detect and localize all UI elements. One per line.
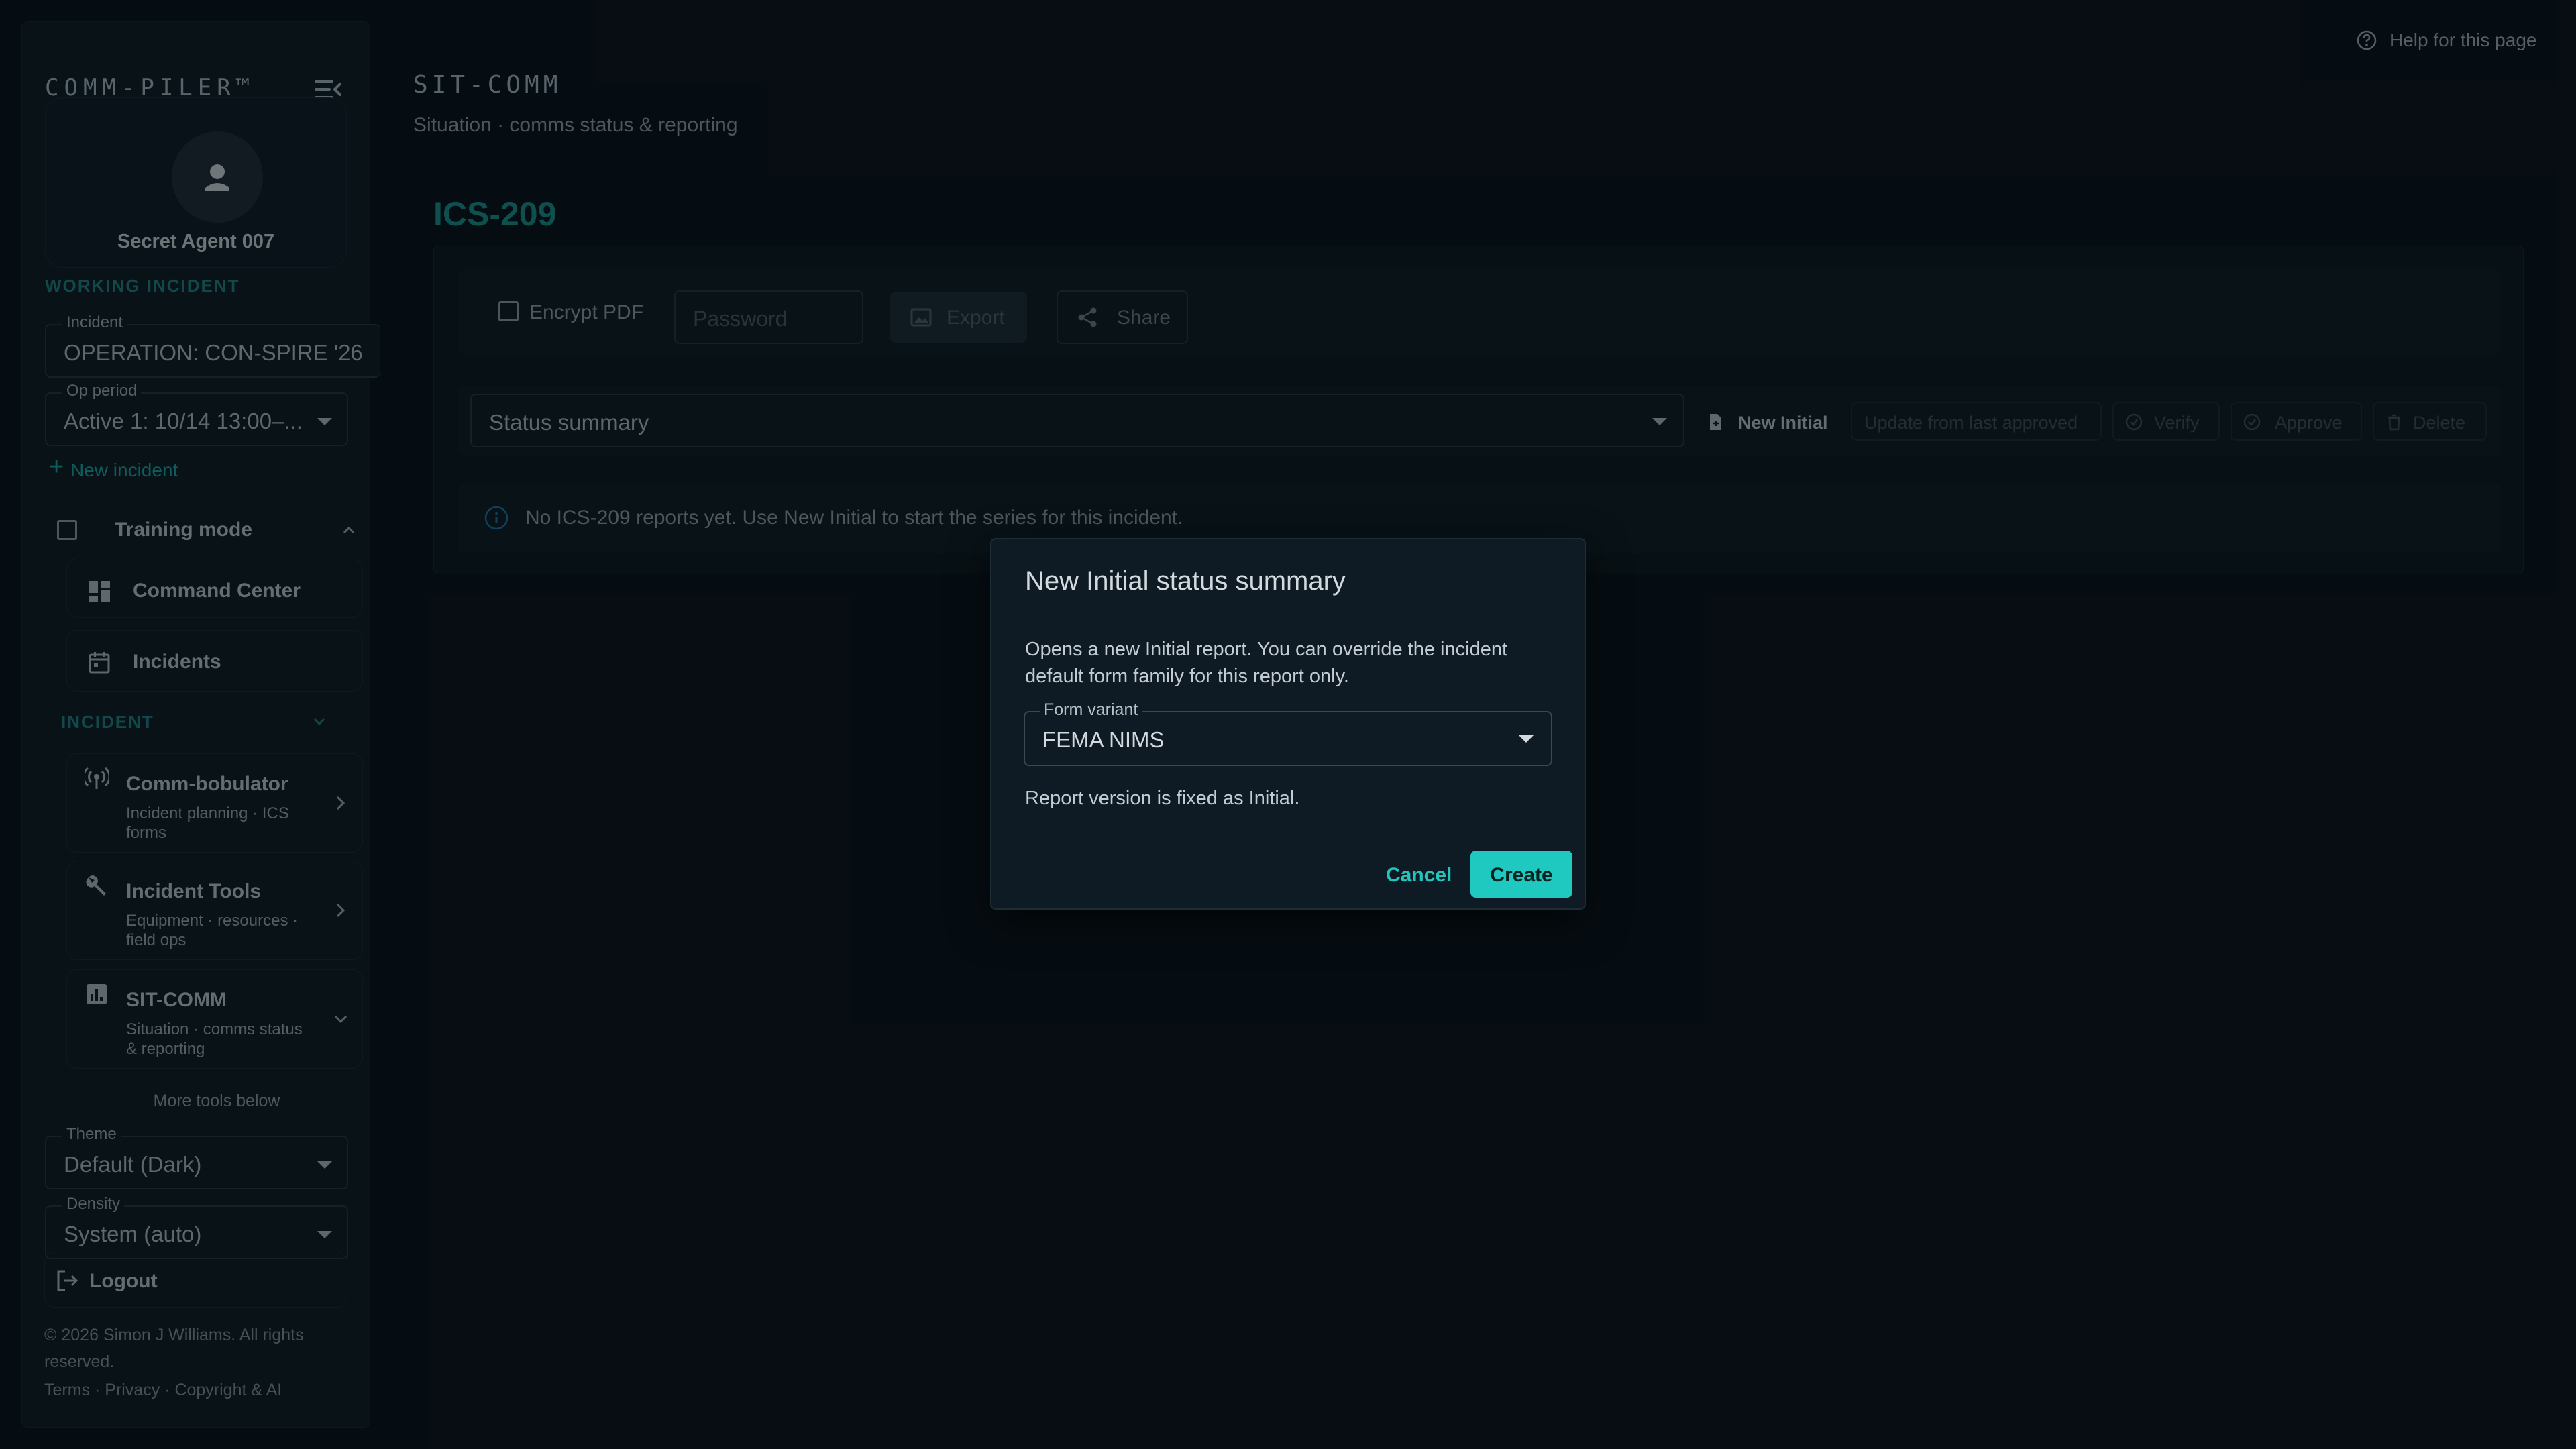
cancel-button[interactable]: Cancel bbox=[1379, 852, 1460, 896]
dialog-description: Opens a new Initial report. You can over… bbox=[1025, 639, 1508, 687]
create-button[interactable]: Create bbox=[1470, 851, 1572, 898]
dialog-note: Report version is fixed as Initial. bbox=[1025, 788, 1300, 809]
create-label: Create bbox=[1490, 864, 1553, 886]
cancel-label: Cancel bbox=[1386, 864, 1452, 886]
dialog-title: New Initial status summary bbox=[1025, 566, 1346, 596]
new-initial-dialog: New Initial status summary Opens a new I… bbox=[990, 538, 1586, 910]
chevron-down-icon bbox=[1519, 735, 1534, 743]
form-variant-select[interactable]: Form variant FEMA NIMS bbox=[1024, 700, 1552, 766]
form-variant-label: Form variant bbox=[1040, 700, 1142, 720]
form-variant-value: FEMA NIMS bbox=[1042, 727, 1165, 752]
